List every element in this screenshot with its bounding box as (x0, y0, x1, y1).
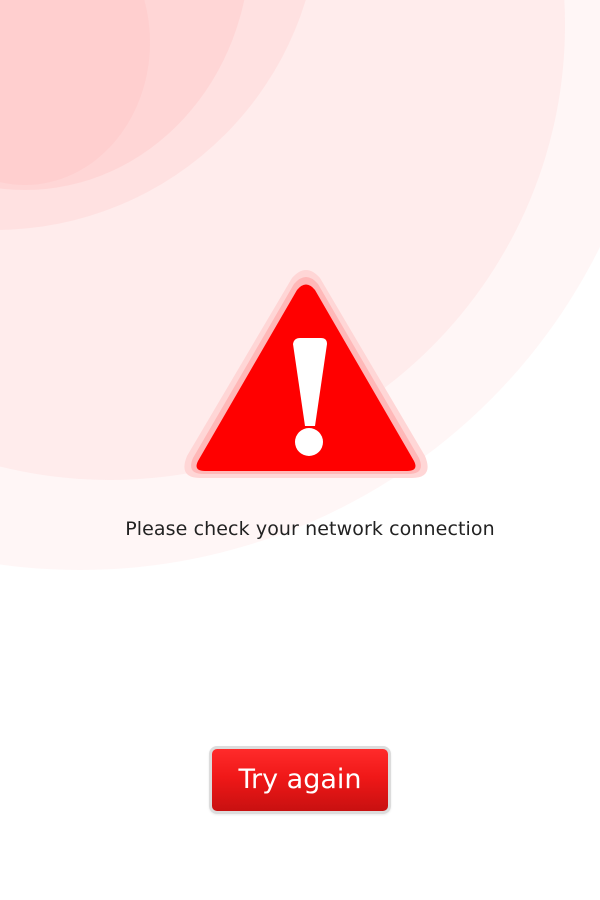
warning-triangle-icon (184, 270, 428, 478)
network-error-screen: Please check your network connection Try… (0, 0, 600, 900)
background-circle (0, 0, 320, 230)
background-circle (0, 0, 250, 190)
error-message: Please check your network connection (125, 518, 495, 540)
exclamation-dot (295, 428, 323, 456)
try-again-button[interactable]: Try again (209, 746, 391, 814)
background-circle (0, 0, 150, 185)
